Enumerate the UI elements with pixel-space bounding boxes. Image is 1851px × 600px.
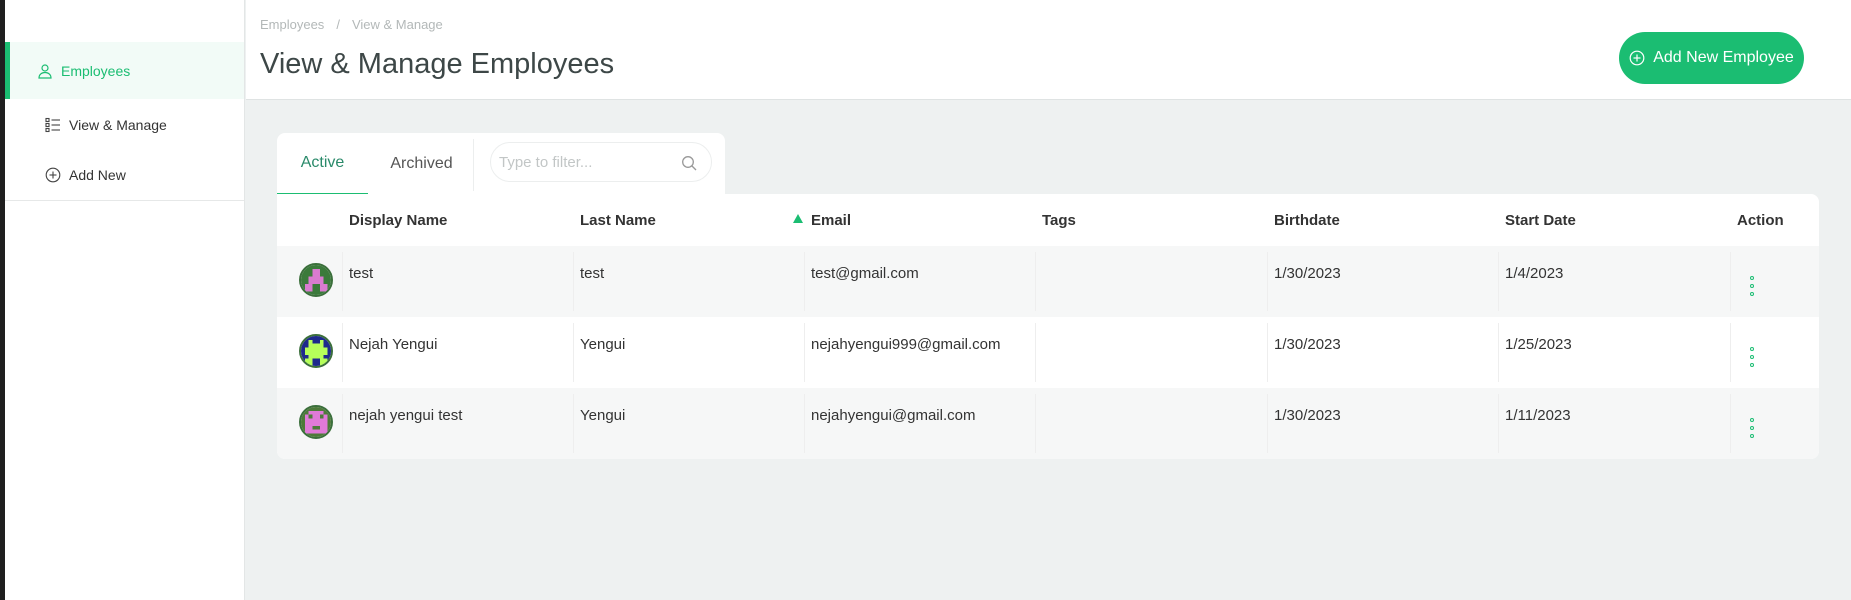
employees-table: Display Name Last Name Email Tags Birthd… xyxy=(277,194,1819,459)
avatar-pixel-image xyxy=(301,265,331,295)
filter-input[interactable] xyxy=(499,143,679,181)
cell-last-name: Yengui xyxy=(580,407,626,424)
row-actions-menu-icon[interactable] xyxy=(1748,276,1756,296)
column-header-email[interactable]: Email xyxy=(811,194,851,246)
tab-active[interactable]: Active xyxy=(277,133,368,195)
column-header-start-date[interactable]: Start Date xyxy=(1505,194,1576,246)
sidebar-item-add-new[interactable]: Add New xyxy=(5,150,244,200)
search-icon[interactable] xyxy=(681,155,697,171)
cell-divider xyxy=(342,394,343,453)
cell-divider xyxy=(1498,323,1499,382)
plus-circle-icon xyxy=(45,167,61,183)
cell-divider xyxy=(804,394,805,453)
sidebar-item-employees[interactable]: Employees xyxy=(5,42,244,99)
cell-email: nejahyengui999@gmail.com xyxy=(811,336,1001,353)
row-actions-menu-icon[interactable] xyxy=(1748,418,1756,438)
plus-circle-icon xyxy=(1629,50,1645,66)
cell-start-date: 1/11/2023 xyxy=(1505,407,1571,424)
page-header: Employees / View & Manage View & Manage … xyxy=(246,0,1851,100)
cell-last-name: test xyxy=(580,265,605,282)
cell-divider xyxy=(573,323,574,382)
avatar xyxy=(299,334,333,368)
sort-ascending-icon xyxy=(793,214,803,223)
column-header-tags[interactable]: Tags xyxy=(1042,194,1076,246)
cell-divider xyxy=(1730,252,1731,311)
cell-divider xyxy=(1730,394,1731,453)
cell-email: test@gmail.com xyxy=(811,265,919,282)
sidebar-item-label: Employees xyxy=(61,62,131,79)
sidebar: Employees View & Manage Add New xyxy=(5,0,245,600)
cell-divider xyxy=(1267,252,1268,311)
cell-divider xyxy=(1730,323,1731,382)
breadcrumb-view-manage: View & Manage xyxy=(351,17,443,32)
table-row[interactable]: test test test@gmail.com 1/30/2023 1/4/2… xyxy=(277,246,1819,317)
sidebar-item-view-manage[interactable]: View & Manage xyxy=(5,100,244,150)
cell-divider xyxy=(1498,394,1499,453)
avatar-pixel-image xyxy=(301,407,331,437)
cell-divider xyxy=(804,323,805,382)
table-row[interactable]: Nejah Yengui Yengui nejahyengui999@gmail… xyxy=(277,317,1819,388)
cell-divider xyxy=(1498,252,1499,311)
tabs-bar: Active Archived xyxy=(277,133,725,195)
tab-divider xyxy=(473,139,474,191)
column-header-display-name[interactable]: Display Name xyxy=(349,194,447,246)
breadcrumb: Employees / View & Manage xyxy=(260,17,443,32)
cell-divider xyxy=(342,323,343,382)
cell-display-name: Nejah Yengui xyxy=(349,336,438,353)
cell-divider xyxy=(342,252,343,311)
column-header-birthdate[interactable]: Birthdate xyxy=(1274,194,1340,246)
cell-divider xyxy=(804,252,805,311)
cell-last-name: Yengui xyxy=(580,336,626,353)
cell-start-date: 1/25/2023 xyxy=(1505,336,1572,353)
add-new-employee-label: Add New Employee xyxy=(1653,49,1794,66)
cell-divider xyxy=(1267,394,1268,453)
cell-divider xyxy=(573,252,574,311)
cell-birthdate: 1/30/2023 xyxy=(1274,336,1341,353)
cell-divider xyxy=(1267,323,1268,382)
breadcrumb-employees[interactable]: Employees xyxy=(260,17,324,32)
cell-divider xyxy=(1035,394,1036,453)
avatar xyxy=(299,405,333,439)
avatar xyxy=(299,263,333,297)
cell-birthdate: 1/30/2023 xyxy=(1274,265,1341,282)
avatar-pixel-image xyxy=(301,336,331,366)
sidebar-item-label: Add New xyxy=(69,167,126,183)
list-icon xyxy=(45,117,60,133)
column-header-action: Action xyxy=(1737,211,1784,229)
tab-archived[interactable]: Archived xyxy=(369,133,474,195)
row-actions-menu-icon[interactable] xyxy=(1748,347,1756,367)
cell-divider xyxy=(573,394,574,453)
sidebar-divider xyxy=(5,200,244,201)
cell-start-date: 1/4/2023 xyxy=(1505,265,1564,282)
breadcrumb-separator: / xyxy=(336,17,340,32)
cell-display-name: nejah yengui test xyxy=(349,407,463,424)
cell-email: nejahyengui@gmail.com xyxy=(811,407,976,424)
cell-display-name: test xyxy=(349,265,374,282)
column-header-last-name[interactable]: Last Name xyxy=(580,194,656,246)
page-title: View & Manage Employees xyxy=(260,48,615,80)
table-row[interactable]: nejah yengui test Yengui nejahyengui@gma… xyxy=(277,388,1819,459)
cell-birthdate: 1/30/2023 xyxy=(1274,407,1341,424)
cell-divider xyxy=(1035,323,1036,382)
add-new-employee-button[interactable]: Add New Employee xyxy=(1619,32,1804,84)
filter-box xyxy=(490,142,712,182)
cell-divider xyxy=(1035,252,1036,311)
user-icon xyxy=(38,63,52,79)
sidebar-item-label: View & Manage xyxy=(69,117,167,133)
